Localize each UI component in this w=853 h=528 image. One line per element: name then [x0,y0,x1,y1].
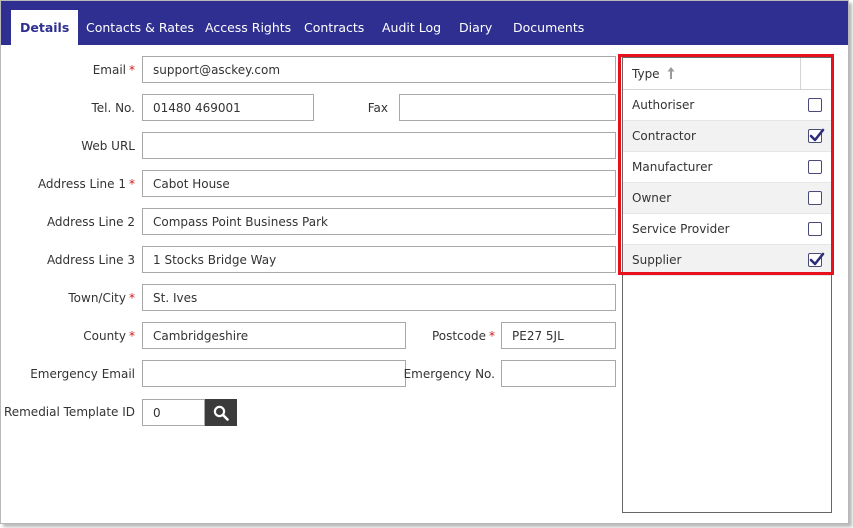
type-checkbox-manufacturer[interactable] [808,160,822,174]
column-divider [800,58,801,89]
email-label: Email * [92,63,135,77]
fax-field[interactable] [399,94,616,121]
search-icon [213,405,229,421]
type-checkbox-supplier[interactable] [808,252,825,267]
fax-label: Fax [367,101,388,115]
emergency-email-field[interactable] [142,360,406,387]
required-marker: * [129,291,135,305]
type-column-header[interactable]: Type [623,58,831,90]
emergency-no-field[interactable] [501,360,616,387]
postcode-field[interactable] [501,322,616,349]
type-label: Owner [632,191,672,205]
town-city-field[interactable] [142,284,616,311]
remedial-template-field[interactable] [142,399,205,426]
tab-details[interactable]: Details [11,10,79,45]
type-checkbox-authoriser[interactable] [808,98,822,112]
type-row-supplier[interactable]: Supplier [623,245,831,276]
town-city-label: Town/City * [68,291,135,305]
required-marker: * [129,329,135,343]
required-marker: * [129,63,135,77]
web-url-field[interactable] [142,132,616,159]
type-row-contractor[interactable]: Contractor [623,121,831,152]
type-label: Service Provider [632,222,730,236]
type-checkbox-service-provider[interactable] [808,222,822,236]
tab-bar: Details Contacts & Rates Access Rights C… [1,1,848,45]
required-marker: * [489,329,495,343]
check-icon [809,252,825,266]
address-line-1-label: Address Line 1 * [37,177,135,191]
address-line-2-label: Address Line 2 [46,215,135,229]
address-line-3-field[interactable] [142,246,616,273]
type-label: Authoriser [632,98,695,112]
tel-field[interactable] [142,94,314,121]
tab-contacts-rates[interactable]: Contacts & Rates [86,10,194,45]
address-line-3-label: Address Line 3 [46,253,135,267]
type-list-panel: Type Authoriser Contractor Manufacturer … [622,57,832,513]
required-marker: * [129,177,135,191]
postcode-label: Postcode * [431,329,495,343]
tab-audit-log[interactable]: Audit Log [382,10,441,45]
county-label: County * [83,329,135,343]
web-url-label: Web URL [81,139,135,153]
county-field[interactable] [142,322,406,349]
remedial-template-label: Remedial Template ID [3,405,135,419]
tab-diary[interactable]: Diary [459,10,492,45]
emergency-no-label: Emergency No. [403,367,495,381]
emergency-email-label: Emergency Email [30,367,135,381]
sort-ascending-icon [667,67,675,79]
window: Details Contacts & Rates Access Rights C… [0,0,849,524]
type-row-owner[interactable]: Owner [623,183,831,214]
remedial-template-search-button[interactable] [205,399,237,426]
type-row-service-provider[interactable]: Service Provider [623,214,831,245]
type-row-manufacturer[interactable]: Manufacturer [623,152,831,183]
tab-contracts[interactable]: Contracts [304,10,364,45]
address-line-2-field[interactable] [142,208,616,235]
address-line-1-field[interactable] [142,170,616,197]
type-label: Contractor [632,129,696,143]
type-label: Manufacturer [632,160,713,174]
type-header-label: Type [632,67,660,81]
email-field[interactable] [142,56,616,83]
type-row-authoriser[interactable]: Authoriser [623,90,831,121]
tab-documents[interactable]: Documents [513,10,584,45]
type-label: Supplier [632,253,682,267]
tel-label: Tel. No. [91,101,135,115]
type-checkbox-owner[interactable] [808,191,822,205]
type-checkbox-contractor[interactable] [808,128,825,143]
tab-access-rights[interactable]: Access Rights [205,10,291,45]
check-icon [809,128,825,142]
